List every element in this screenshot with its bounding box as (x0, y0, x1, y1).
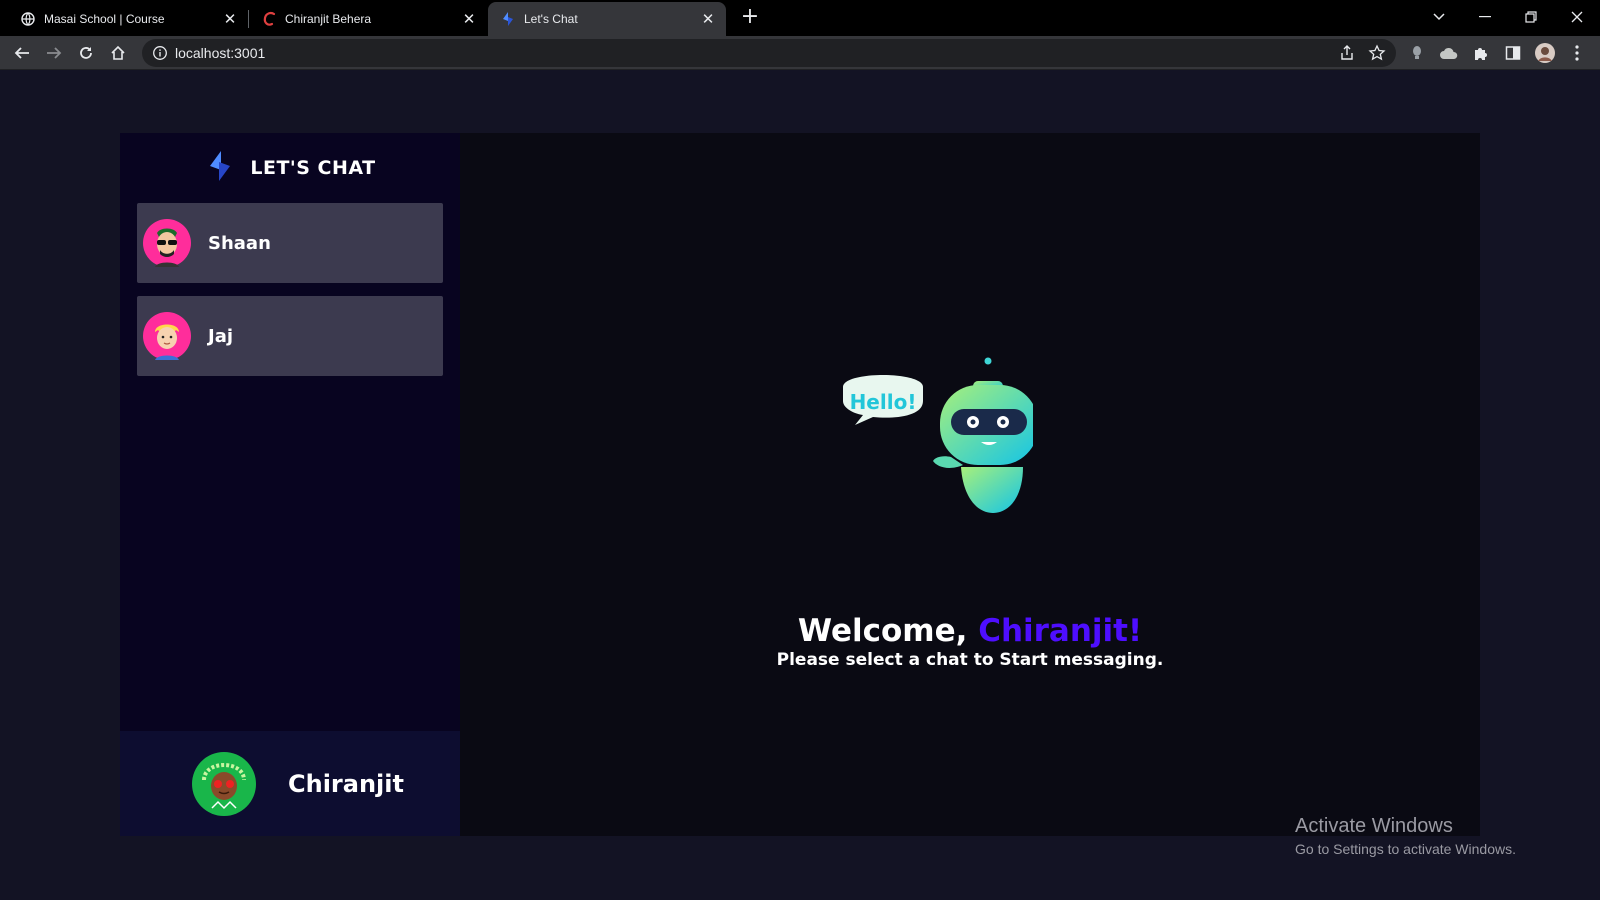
avatar-green-icon[interactable] (192, 751, 256, 816)
watermark-subtitle: Go to Settings to activate Windows. (1295, 841, 1516, 857)
brand-header: LET'S CHAT (120, 133, 460, 203)
robot-illustration: Hello! (833, 355, 1038, 520)
welcome-greeting: Welcome, (797, 613, 979, 649)
brand-title: LET'S CHAT (250, 157, 376, 179)
address-bar[interactable]: localhost:3001 (142, 39, 1396, 67)
contacts-sidebar: LET'S CHAT Shaan Jaj Chiranjit (120, 133, 460, 836)
welcome-heading: Welcome, Chiranjit! (460, 613, 1480, 649)
forward-icon[interactable] (40, 39, 68, 67)
speech-bubble: Hello! (843, 375, 923, 425)
contact-item[interactable]: Jaj (137, 296, 443, 376)
tab-title: Let's Chat (524, 12, 578, 26)
current-user-name: Chiranjit (288, 769, 404, 798)
tab-chiranjit-behera[interactable]: Chiranjit Behera ✕ (249, 2, 487, 36)
home-icon[interactable] (104, 39, 132, 67)
url-text: localhost:3001 (175, 45, 266, 61)
contact-item[interactable]: Shaan (137, 203, 443, 283)
current-user-panel: Chiranjit (120, 731, 460, 836)
menu-kebab-icon[interactable] (1565, 41, 1589, 65)
close-icon[interactable]: ✕ (220, 9, 240, 29)
watermark-title: Activate Windows (1295, 815, 1453, 837)
close-icon[interactable]: ✕ (459, 9, 479, 29)
tab-masai-school[interactable]: Masai School | Course ✕ (0, 2, 248, 36)
avatar-blonde-icon (143, 312, 191, 360)
welcome-subtitle: Please select a chat to Start messaging. (776, 650, 1164, 670)
tab-search-icon[interactable] (1424, 4, 1454, 30)
extension-cloud-icon[interactable] (1437, 41, 1461, 65)
info-icon[interactable] (152, 45, 168, 61)
welcome-panel: Hello! Welcome, Chiranjit! Please select… (460, 133, 1480, 836)
avatar-sunglasses-icon (143, 219, 191, 267)
browser-tab-bar: Masai School | Course ✕ Chiranjit Behera… (0, 0, 1600, 36)
reload-icon[interactable] (72, 39, 100, 67)
extension-bulb-icon[interactable] (1405, 41, 1429, 65)
browser-toolbar: localhost:3001 (0, 36, 1600, 70)
back-icon[interactable] (8, 39, 36, 67)
minimize-icon[interactable] (1470, 4, 1500, 30)
close-icon[interactable]: ✕ (698, 9, 718, 29)
share-icon[interactable] (1338, 44, 1356, 62)
tab-title: Chiranjit Behera (285, 12, 372, 26)
extensions-puzzle-icon[interactable] (1469, 41, 1493, 65)
side-panel-icon[interactable] (1501, 41, 1525, 65)
chat-app: LET'S CHAT Shaan Jaj Chiranjit Hello! We… (120, 133, 1480, 836)
tab-title: Masai School | Course (44, 12, 165, 26)
tab-lets-chat[interactable]: Let's Chat ✕ (488, 2, 726, 36)
welcome-username: Chiranjit! (978, 613, 1143, 649)
bubble-text: Hello! (850, 390, 917, 414)
app-logo-icon (204, 150, 236, 186)
bookmark-star-icon[interactable] (1368, 44, 1386, 62)
new-tab-button[interactable]: + (738, 6, 762, 30)
app-logo-icon (500, 11, 516, 27)
windows-activation-watermark: Activate Windows Go to Settings to activ… (1295, 815, 1516, 857)
contact-name: Shaan (208, 232, 271, 254)
welcome-message: Welcome, Chiranjit! Please select a chat… (460, 613, 1480, 671)
c-logo-icon (261, 11, 277, 27)
contact-name: Jaj (208, 325, 234, 347)
globe-icon (20, 11, 36, 27)
restore-icon[interactable] (1516, 4, 1546, 30)
close-window-icon[interactable] (1562, 4, 1592, 30)
profile-avatar-icon[interactable] (1533, 41, 1557, 65)
